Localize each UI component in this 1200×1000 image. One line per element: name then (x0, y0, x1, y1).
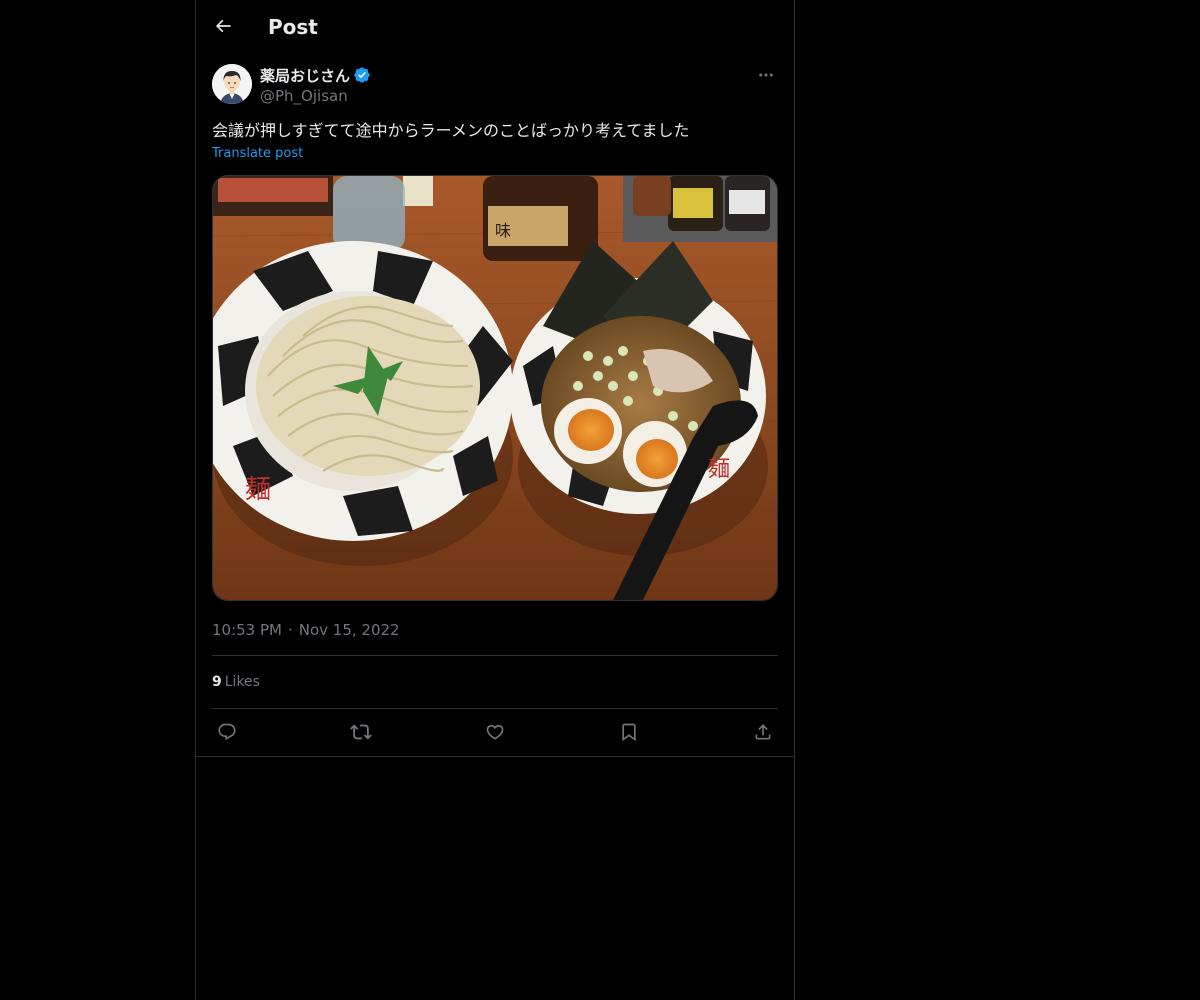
divider-top (212, 655, 778, 656)
post-time[interactable]: 10:53 PM (212, 621, 282, 639)
arrow-left-icon (215, 19, 231, 33)
main-column: Post 薬局おじさん @Ph_Ojisan 会議が押しすぎてて途中からラーメン… (195, 0, 795, 1000)
heart-icon (486, 724, 504, 740)
post-text: 会議が押しすぎてて途中からラーメンのことばっかり考えてました (212, 121, 690, 140)
author-name-row: 薬局おじさん (260, 64, 371, 86)
verified-badge-icon[interactable] (353, 66, 371, 84)
author-block: 薬局おじさん @Ph_Ojisan (260, 64, 371, 106)
post-date[interactable]: Nov 15, 2022 (299, 621, 400, 639)
reply-button[interactable] (215, 720, 239, 744)
likes-count: 9 (212, 674, 222, 690)
author-name[interactable]: 薬局おじさん (260, 65, 350, 86)
avatar[interactable] (212, 64, 252, 104)
repost-icon (350, 724, 372, 740)
avatar-illustration (212, 64, 252, 104)
post-timestamp: 10:53 PM · Nov 15, 2022 (212, 620, 400, 640)
post-bottom-border (196, 756, 794, 757)
svg-text:麺: 麺 (708, 457, 730, 482)
svg-text:味: 味 (495, 221, 511, 240)
likes-row[interactable]: 9 Likes (212, 672, 260, 692)
post-photo[interactable]: 味 麺 麺 (212, 175, 778, 601)
reply-icon (218, 723, 236, 741)
repost-button[interactable] (349, 720, 373, 744)
page-title: Post (268, 15, 318, 39)
page-header: Post (196, 0, 794, 53)
action-bar (212, 708, 778, 756)
svg-text:麺: 麺 (245, 475, 271, 505)
bookmark-button[interactable] (617, 720, 641, 744)
share-icon (755, 724, 771, 740)
likes-label: Likes (224, 674, 260, 690)
back-button[interactable] (206, 9, 240, 43)
ellipsis-icon (759, 73, 773, 77)
more-options-button[interactable] (754, 64, 778, 86)
author-handle[interactable]: @Ph_Ojisan (260, 86, 371, 106)
translate-post-link[interactable]: Translate post (212, 146, 303, 161)
ramen-photo: 味 麺 麺 (213, 176, 777, 600)
like-button[interactable] (483, 720, 507, 744)
meta-separator: · (287, 621, 293, 639)
share-button[interactable] (751, 720, 775, 744)
bookmark-icon (622, 723, 636, 742)
